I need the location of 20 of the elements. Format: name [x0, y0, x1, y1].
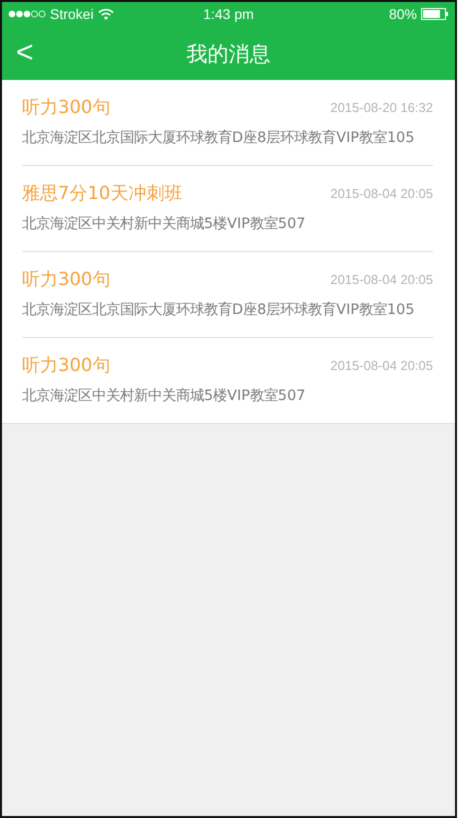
signal-icon	[8, 10, 46, 18]
wifi-icon	[98, 8, 114, 20]
message-address: 北京海淀区中关村新中关商城5楼VIP教室507	[22, 386, 306, 406]
message-title[interactable]: 听力300句	[22, 266, 110, 293]
message-title[interactable]: 雅思7分10天冲刺班	[22, 180, 182, 207]
battery-icon	[421, 8, 449, 20]
message-address: 北京海淀区北京国际大厦环球教育D座8层环球教育VIP教室105	[22, 300, 416, 320]
battery-percent: 80%	[388, 4, 417, 24]
message-address: 北京海淀区北京国际大厦环球教育D座8层环球教育VIP教室105	[22, 128, 416, 148]
message-time: 2015-08-04 20:05	[330, 184, 433, 203]
back-button[interactable]: <	[2, 38, 48, 68]
message-address: 北京海淀区中关村新中关商城5楼VIP教室507	[22, 214, 306, 234]
carrier-name: Strokei	[50, 4, 94, 24]
message-time: 2015-08-20 16:32	[330, 98, 433, 117]
status-time: 1:43 pm	[203, 4, 254, 24]
message-title[interactable]: 听力300句	[22, 352, 110, 379]
message-time: 2015-08-04 20:05	[330, 270, 433, 289]
page-title: 我的消息	[186, 41, 270, 68]
message-title[interactable]: 听力300句	[22, 94, 110, 121]
message-time: 2015-08-04 20:05	[330, 356, 433, 375]
